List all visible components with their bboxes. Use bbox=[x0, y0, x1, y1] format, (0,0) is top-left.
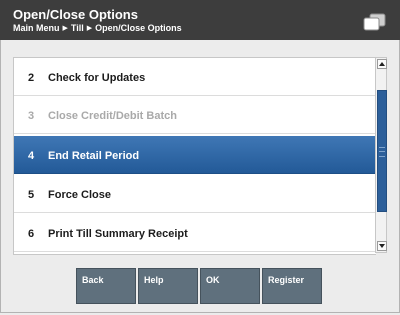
grip-icon bbox=[379, 147, 385, 157]
list-scrollbar[interactable] bbox=[375, 57, 387, 253]
list-item-label: Force Close bbox=[48, 189, 111, 201]
list-item-label: End Retail Period bbox=[48, 150, 140, 162]
list-item-number: 2 bbox=[28, 72, 35, 84]
scroll-up-button[interactable] bbox=[377, 59, 387, 69]
ok-button[interactable]: OK bbox=[200, 268, 260, 304]
breadcrumb: Main Menu ▶ Till ▶ Open/Close Options bbox=[13, 23, 182, 34]
scroll-thumb[interactable] bbox=[377, 90, 387, 212]
list-item-force-close[interactable]: 5 Force Close bbox=[14, 175, 376, 213]
list-item-print-till-summary-receipt[interactable]: 6 Print Till Summary Receipt bbox=[14, 214, 376, 252]
options-list: 2 Check for Updates 3 Close Credit/Debit… bbox=[13, 57, 376, 255]
breadcrumb-till: Till bbox=[70, 23, 84, 33]
list-item-label: Print Till Summary Receipt bbox=[48, 228, 188, 240]
breadcrumb-separator-icon: ▶ bbox=[62, 25, 68, 32]
list-item-number: 6 bbox=[28, 228, 35, 240]
arrow-up-icon bbox=[379, 62, 385, 66]
list-item-label: Check for Updates bbox=[48, 72, 146, 84]
list-item-label: Close Credit/Debit Batch bbox=[48, 110, 177, 122]
list-item-end-retail-period[interactable]: 4 End Retail Period bbox=[14, 136, 376, 174]
scroll-down-button[interactable] bbox=[377, 241, 387, 251]
list-item-number: 5 bbox=[28, 189, 35, 201]
help-button[interactable]: Help bbox=[138, 268, 198, 304]
register-button[interactable]: Register bbox=[262, 268, 322, 304]
page-title: Open/Close Options bbox=[13, 7, 138, 22]
list-item-number: 3 bbox=[28, 110, 35, 122]
windows-icon[interactable] bbox=[361, 12, 387, 32]
breadcrumb-separator-icon: ▶ bbox=[86, 25, 93, 32]
breadcrumb-main-menu: Main Menu bbox=[13, 23, 60, 33]
back-button[interactable]: Back bbox=[76, 268, 136, 304]
list-item-close-credit-debit-batch: 3 Close Credit/Debit Batch bbox=[14, 96, 376, 134]
breadcrumb-open-close-options: Open/Close Options bbox=[95, 23, 182, 33]
list-item-number: 4 bbox=[28, 150, 35, 162]
arrow-down-icon bbox=[379, 244, 385, 248]
list-item-check-for-updates[interactable]: 2 Check for Updates bbox=[14, 58, 376, 96]
title-bar: Open/Close Options Main Menu ▶ Till ▶ Open/C… bbox=[0, 0, 400, 40]
